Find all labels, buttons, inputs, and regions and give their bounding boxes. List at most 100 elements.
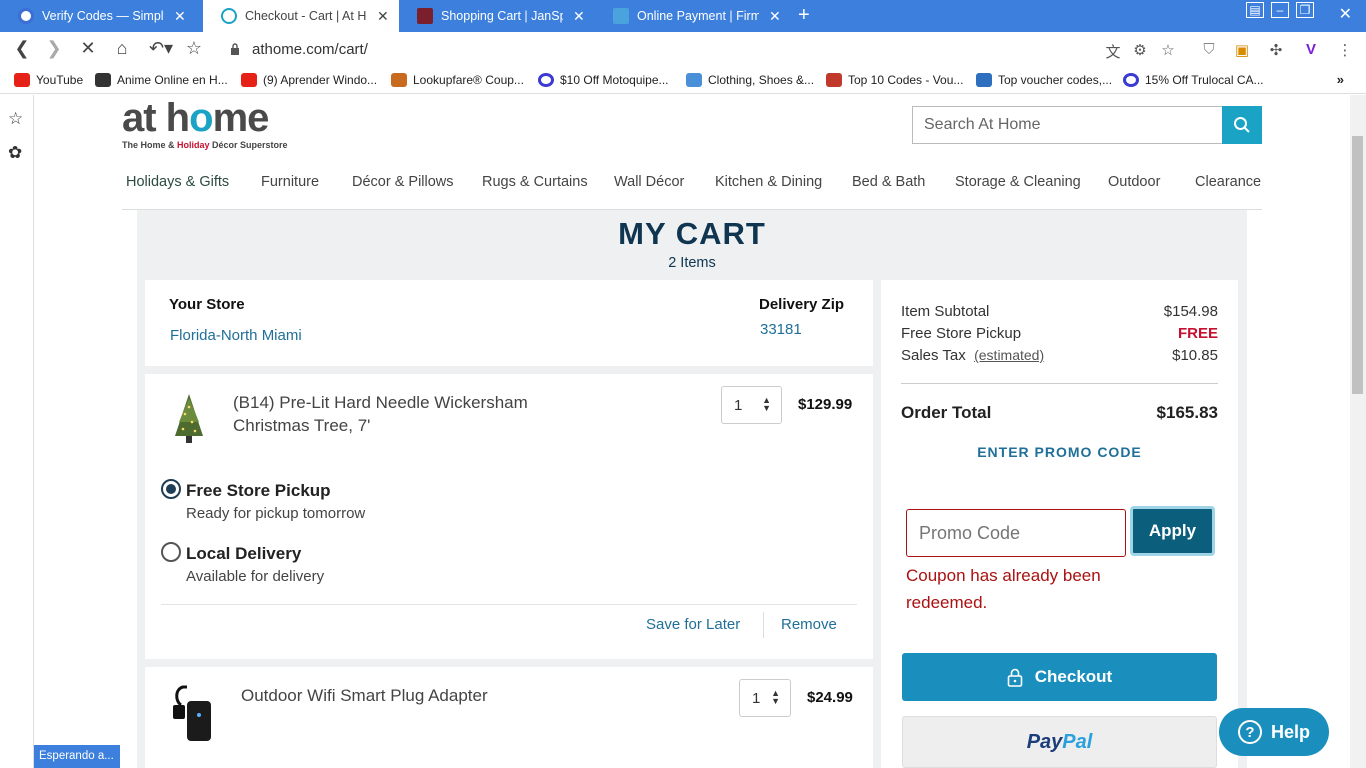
- bookmark-item[interactable]: Top 10 Codes - Vou...: [826, 73, 963, 87]
- close-tab-icon[interactable]: ✕: [769, 8, 781, 25]
- product-title-link[interactable]: (B14) Pre-Lit Hard Needle Wickersham Chri…: [233, 391, 528, 437]
- close-tab-icon[interactable]: ✕: [573, 8, 585, 25]
- tab-firmoo[interactable]: Online Payment | Firmoo ✕: [595, 0, 791, 32]
- at-home-logo[interactable]: at home The Home & Holiday Décor Superst…: [122, 98, 288, 150]
- remove-link[interactable]: Remove: [781, 616, 837, 633]
- enter-promo-code-link[interactable]: ENTER PROMO CODE: [881, 444, 1238, 460]
- tab-title: Shopping Cart | JanSport: [441, 9, 563, 23]
- pickup-radio[interactable]: [161, 479, 181, 499]
- tab-jansport[interactable]: Shopping Cart | JanSport ✕: [399, 0, 595, 32]
- error-line: Coupon has already been: [906, 566, 1101, 585]
- favorites-star-icon[interactable]: ☆: [8, 109, 23, 129]
- nav-clearance[interactable]: Clearance: [1195, 174, 1261, 190]
- bookmark-label: (9) Aprender Windo...: [263, 73, 378, 87]
- bookmark-item[interactable]: Anime Online en H...: [95, 73, 228, 87]
- pickup-value: FREE: [1177, 325, 1218, 342]
- side-panel: ☆ ✿: [0, 95, 34, 768]
- bookmark-item[interactable]: YouTube: [14, 73, 83, 87]
- bookmark-item[interactable]: Clothing, Shoes &...: [686, 73, 814, 87]
- bookmark-label: 15% Off Trulocal CA...: [1145, 73, 1264, 87]
- close-tab-icon[interactable]: ✕: [377, 8, 389, 25]
- quantity-value: 1: [752, 689, 761, 707]
- tab-verify-codes[interactable]: Verify Codes — SimplyC ✕: [0, 0, 203, 32]
- quantity-select[interactable]: 1 ▲ ▼: [739, 679, 791, 717]
- apply-button[interactable]: Apply: [1130, 506, 1215, 556]
- new-tab-icon[interactable]: +: [798, 4, 810, 27]
- checkout-label: Checkout: [1034, 667, 1113, 686]
- nav-wall-decor[interactable]: Wall Décor: [614, 174, 684, 190]
- nav-holidays-gifts[interactable]: Holidays & Gifts: [126, 174, 229, 190]
- coupon-extension-icon[interactable]: ▣: [1233, 41, 1251, 59]
- bookmark-item[interactable]: $10 Off Motoquipe...: [538, 73, 669, 87]
- bookmark-star-icon[interactable]: ☆: [182, 38, 206, 59]
- undo-history-icon[interactable]: ↶▾: [146, 38, 176, 59]
- product-title-line: Christmas Tree, 7': [233, 416, 371, 435]
- minimize-icon[interactable]: –: [1271, 2, 1289, 18]
- bookmark-item[interactable]: 15% Off Trulocal CA...: [1123, 73, 1264, 87]
- restore-icon[interactable]: ❐: [1296, 2, 1314, 18]
- scrollbar-thumb[interactable]: [1352, 136, 1363, 394]
- bookmark-item[interactable]: Lookupfare® Coup...: [391, 73, 524, 87]
- nav-kitchen-dining[interactable]: Kitchen & Dining: [715, 174, 822, 190]
- logo-tagline: Décor Superstore: [209, 140, 288, 150]
- subtotal-value: $154.98: [1163, 303, 1218, 320]
- nav-bed-bath[interactable]: Bed & Bath: [852, 174, 925, 190]
- paypal-button[interactable]: Pay Pal: [902, 716, 1217, 768]
- bookmark-item[interactable]: Top voucher codes,...: [976, 73, 1112, 87]
- product-title-link[interactable]: Outdoor Wifi Smart Plug Adapter: [241, 684, 488, 707]
- add-favorite-icon[interactable]: ☆: [1159, 41, 1177, 59]
- subtotal-label: Item Subtotal: [901, 303, 990, 320]
- page-title: MY CART: [618, 216, 766, 251]
- checkout-button[interactable]: Checkout: [902, 653, 1217, 701]
- nav-outdoor[interactable]: Outdoor: [1108, 174, 1160, 190]
- promo-code-input[interactable]: [906, 509, 1126, 557]
- help-label: Help: [1270, 721, 1310, 742]
- tax-label: Sales Tax (estimated): [901, 347, 1044, 364]
- more-bookmarks-icon[interactable]: »: [1337, 72, 1344, 87]
- menu-dots-icon[interactable]: ⋮: [1336, 41, 1354, 59]
- search-input[interactable]: Search At Home: [912, 106, 1222, 144]
- store-link[interactable]: Florida-North Miami: [170, 327, 302, 344]
- window-close-icon[interactable]: ✕: [1339, 4, 1352, 24]
- close-tab-icon[interactable]: ✕: [174, 8, 186, 25]
- paypal-logo: Pal: [1062, 730, 1093, 753]
- site-favicon-icon: [826, 73, 842, 87]
- nav-decor-pillows[interactable]: Décor & Pillows: [352, 174, 454, 190]
- christmas-tree-image[interactable]: [171, 392, 207, 444]
- divider: [161, 604, 857, 605]
- nav-furniture[interactable]: Furniture: [261, 174, 319, 190]
- forward-icon[interactable]: ❯: [42, 38, 66, 59]
- pickup-option-title: Free Store Pickup: [186, 481, 331, 500]
- search-button[interactable]: [1222, 106, 1262, 144]
- main-navigation: Holidays & Gifts Furniture Décor & Pillo…: [122, 174, 1262, 210]
- tax-estimated-link[interactable]: (estimated): [974, 347, 1044, 363]
- pickup-label: Free Store Pickup: [901, 325, 1022, 342]
- bookmark-item[interactable]: (9) Aprender Windo...: [241, 73, 377, 87]
- pickup-option-sub: Ready for pickup tomorrow: [186, 505, 366, 522]
- stop-loading-icon[interactable]: ✕: [76, 38, 100, 59]
- tab-list-icon[interactable]: ▤: [1246, 2, 1264, 18]
- shield-icon[interactable]: ⛉: [1200, 41, 1218, 59]
- help-button[interactable]: ? Help: [1219, 708, 1329, 756]
- extensions-puzzle-icon[interactable]: ✣: [1267, 41, 1285, 59]
- order-total-label: Order Total: [901, 403, 992, 422]
- site-favicon-icon: [391, 73, 407, 87]
- delivery-zip-link[interactable]: 33181: [760, 321, 802, 338]
- stepper-arrows-icon: ▲ ▼: [762, 395, 771, 413]
- save-for-later-link[interactable]: Save for Later: [646, 616, 740, 633]
- tracking-icon[interactable]: ⚙: [1131, 41, 1149, 59]
- delivery-radio[interactable]: [161, 542, 181, 562]
- back-icon[interactable]: ❮: [10, 38, 34, 59]
- address-bar[interactable]: athome.com/cart/: [252, 41, 368, 58]
- product-title-line: (B14) Pre-Lit Hard Needle Wickersham: [233, 393, 528, 412]
- smart-plug-image[interactable]: [171, 683, 215, 745]
- nav-storage-cleaning[interactable]: Storage & Cleaning: [955, 174, 1081, 190]
- item-price: $24.99: [807, 689, 853, 706]
- translate-icon[interactable]: 文: [1104, 41, 1122, 61]
- nav-rugs-curtains[interactable]: Rugs & Curtains: [482, 174, 588, 190]
- tab-checkout-cart[interactable]: Checkout - Cart | At Ho ✕: [203, 0, 399, 32]
- v-extension-icon[interactable]: V: [1302, 41, 1320, 59]
- quantity-select[interactable]: 1 ▲ ▼: [721, 386, 782, 424]
- home-icon[interactable]: ⌂: [110, 38, 134, 59]
- extension-icon[interactable]: ✿: [8, 143, 22, 163]
